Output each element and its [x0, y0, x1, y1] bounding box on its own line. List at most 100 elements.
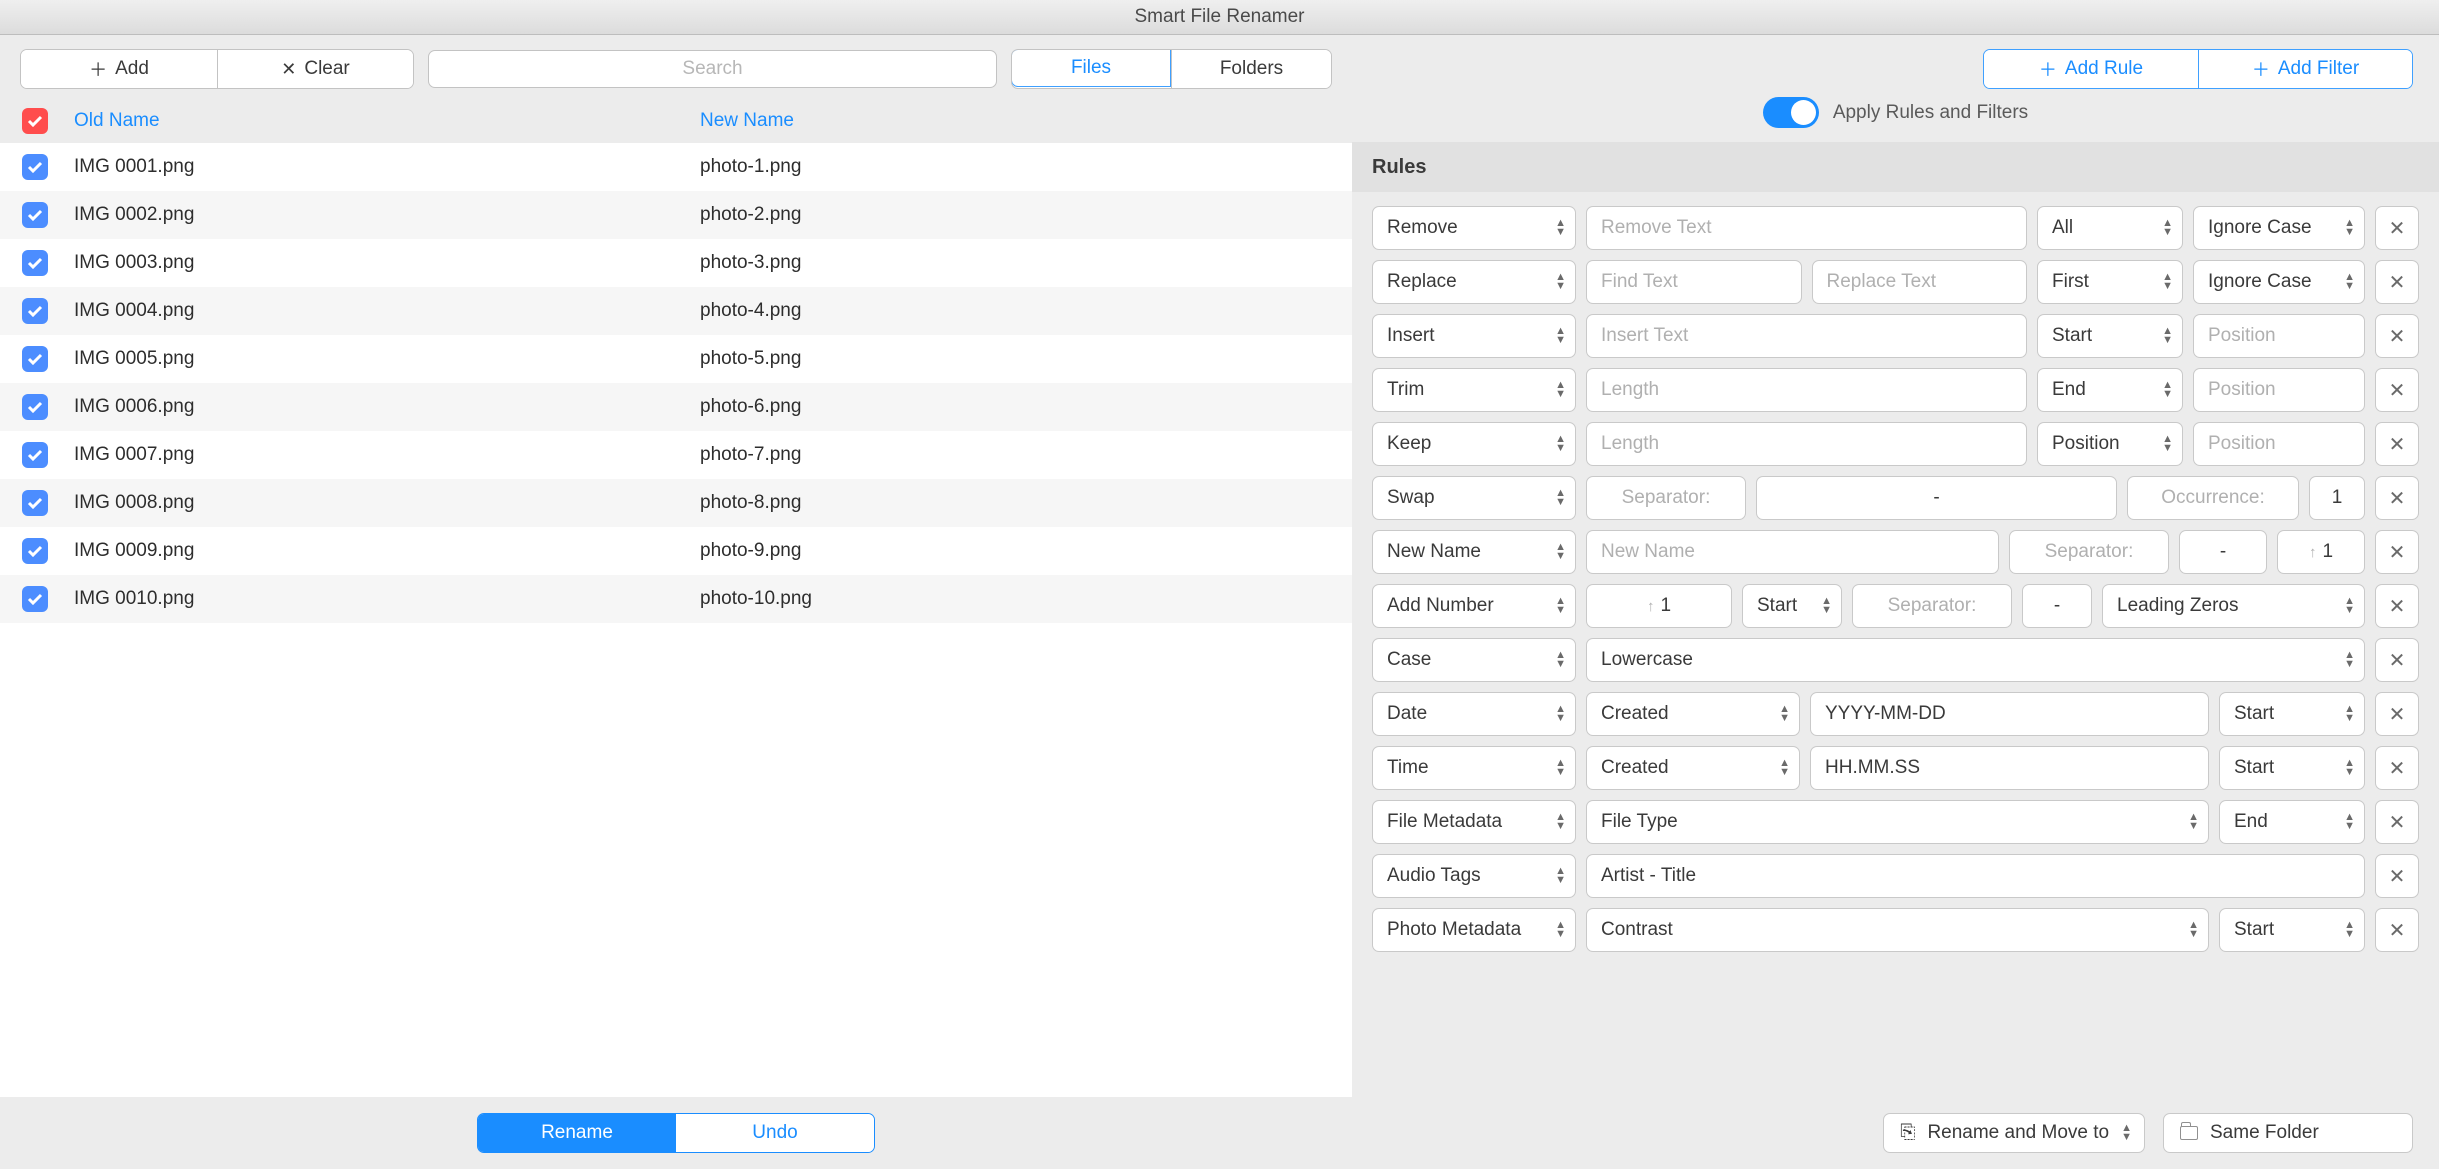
- apply-toggle[interactable]: [1763, 97, 1819, 128]
- search-input[interactable]: [429, 51, 996, 87]
- row-checkbox[interactable]: [22, 202, 48, 228]
- position-select[interactable]: Start▲▼: [1742, 584, 1842, 628]
- add-button[interactable]: ＋ Add: [21, 50, 217, 88]
- table-row[interactable]: IMG 0002.pngphoto-2.png: [0, 191, 1352, 239]
- rule-delete-button[interactable]: ✕: [2375, 260, 2419, 304]
- rule-delete-button[interactable]: ✕: [2375, 908, 2419, 952]
- rule-delete-button[interactable]: ✕: [2375, 638, 2419, 682]
- rule-op-select[interactable]: Keep▲▼: [1372, 422, 1576, 466]
- audio-format-input[interactable]: [1586, 854, 2365, 898]
- date-format-input[interactable]: [1810, 692, 2209, 736]
- rule-op-select[interactable]: Replace▲▼: [1372, 260, 1576, 304]
- time-source-select[interactable]: Created▲▼: [1586, 746, 1800, 790]
- table-row[interactable]: IMG 0007.pngphoto-7.png: [0, 431, 1352, 479]
- rule-scope-select[interactable]: First▲▼: [2037, 260, 2183, 304]
- rule-op-select[interactable]: Swap▲▼: [1372, 476, 1576, 520]
- filemeta-select[interactable]: File Type▲▼: [1586, 800, 2209, 844]
- row-checkbox[interactable]: [22, 154, 48, 180]
- destination-folder-button[interactable]: Same Folder: [2163, 1113, 2413, 1153]
- row-checkbox[interactable]: [22, 394, 48, 420]
- photometa-select[interactable]: Contrast▲▼: [1586, 908, 2209, 952]
- rule-length-input[interactable]: [1586, 422, 2027, 466]
- rule-case-select[interactable]: Ignore Case▲▼: [2193, 260, 2365, 304]
- occurrence-input[interactable]: [2309, 476, 2365, 520]
- rule-op-select[interactable]: Add Number▲▼: [1372, 584, 1576, 628]
- rule-delete-button[interactable]: ✕: [2375, 800, 2419, 844]
- rule-text-input[interactable]: [1586, 314, 2027, 358]
- date-source-select[interactable]: Created▲▼: [1586, 692, 1800, 736]
- rule-delete-button[interactable]: ✕: [2375, 206, 2419, 250]
- rule-op-select[interactable]: Trim▲▼: [1372, 368, 1576, 412]
- newname-input[interactable]: [1586, 530, 1999, 574]
- row-checkbox[interactable]: [22, 490, 48, 516]
- rename-move-select[interactable]: ⎘ Rename and Move to ▲▼: [1883, 1113, 2145, 1153]
- time-format-input[interactable]: [1810, 746, 2209, 790]
- position-select[interactable]: Start▲▼: [2219, 908, 2365, 952]
- rule-op-select[interactable]: Case▲▼: [1372, 638, 1576, 682]
- rule-op-select[interactable]: Date▲▼: [1372, 692, 1576, 736]
- table-row[interactable]: IMG 0008.pngphoto-8.png: [0, 479, 1352, 527]
- rule-delete-button[interactable]: ✕: [2375, 584, 2419, 628]
- separator-input[interactable]: [1756, 476, 2117, 520]
- rule-delete-button[interactable]: ✕: [2375, 476, 2419, 520]
- separator-input[interactable]: [2022, 584, 2092, 628]
- rule-position-input[interactable]: [2193, 422, 2365, 466]
- rule-position-select[interactable]: End▲▼: [2037, 368, 2183, 412]
- search-field[interactable]: [428, 50, 997, 88]
- rule-delete-button[interactable]: ✕: [2375, 746, 2419, 790]
- rule-find-input[interactable]: [1586, 260, 1802, 304]
- separator-input[interactable]: [2179, 530, 2267, 574]
- rename-button[interactable]: Rename: [478, 1114, 676, 1152]
- table-row[interactable]: IMG 0004.pngphoto-4.png: [0, 287, 1352, 335]
- row-checkbox[interactable]: [22, 250, 48, 276]
- rule-position-input[interactable]: [2193, 368, 2365, 412]
- row-checkbox[interactable]: [22, 586, 48, 612]
- rule-delete-button[interactable]: ✕: [2375, 422, 2419, 466]
- table-row[interactable]: IMG 0003.pngphoto-3.png: [0, 239, 1352, 287]
- table-row[interactable]: IMG 0001.pngphoto-1.png: [0, 143, 1352, 191]
- select-all-checkbox[interactable]: [22, 108, 48, 134]
- rule-position-select[interactable]: Position▲▼: [2037, 422, 2183, 466]
- rule-op-select[interactable]: Time▲▼: [1372, 746, 1576, 790]
- tab-folders[interactable]: Folders: [1171, 50, 1331, 88]
- row-checkbox[interactable]: [22, 346, 48, 372]
- rule-delete-button[interactable]: ✕: [2375, 530, 2419, 574]
- table-row[interactable]: IMG 0005.pngphoto-5.png: [0, 335, 1352, 383]
- rule-op-select[interactable]: Audio Tags▲▼: [1372, 854, 1576, 898]
- undo-button[interactable]: Undo: [676, 1114, 874, 1152]
- header-new-name[interactable]: New Name: [700, 110, 1352, 132]
- rule-scope-select[interactable]: All▲▼: [2037, 206, 2183, 250]
- tab-files[interactable]: Files: [1011, 49, 1171, 87]
- table-row[interactable]: IMG 0009.pngphoto-9.png: [0, 527, 1352, 575]
- position-select[interactable]: Start▲▼: [2219, 746, 2365, 790]
- rule-delete-button[interactable]: ✕: [2375, 854, 2419, 898]
- index-stepper[interactable]: ↑1: [1586, 584, 1732, 628]
- rule-position-input[interactable]: [2193, 314, 2365, 358]
- rule-op-select[interactable]: File Metadata▲▼: [1372, 800, 1576, 844]
- case-select[interactable]: Lowercase▲▼: [1586, 638, 2365, 682]
- index-stepper[interactable]: ↑1: [2277, 530, 2365, 574]
- rule-delete-button[interactable]: ✕: [2375, 368, 2419, 412]
- position-select[interactable]: Start▲▼: [2219, 692, 2365, 736]
- clear-button[interactable]: ✕ Clear: [217, 50, 413, 88]
- row-checkbox[interactable]: [22, 538, 48, 564]
- add-rule-button[interactable]: ＋ Add Rule: [1984, 50, 2198, 88]
- header-old-name[interactable]: Old Name: [74, 110, 700, 132]
- rule-length-input[interactable]: [1586, 368, 2027, 412]
- row-checkbox[interactable]: [22, 298, 48, 324]
- rule-replace-input[interactable]: [1812, 260, 2028, 304]
- rule-op-select[interactable]: Insert▲▼: [1372, 314, 1576, 358]
- leading-zeros-select[interactable]: Leading Zeros▲▼: [2102, 584, 2365, 628]
- row-checkbox[interactable]: [22, 442, 48, 468]
- rule-op-select[interactable]: Remove▲▼: [1372, 206, 1576, 250]
- position-select[interactable]: End▲▼: [2219, 800, 2365, 844]
- add-filter-button[interactable]: ＋ Add Filter: [2198, 50, 2412, 88]
- table-row[interactable]: IMG 0006.pngphoto-6.png: [0, 383, 1352, 431]
- rule-text-input[interactable]: [1586, 206, 2027, 250]
- rule-case-select[interactable]: Ignore Case▲▼: [2193, 206, 2365, 250]
- rule-position-select[interactable]: Start▲▼: [2037, 314, 2183, 358]
- rule-op-select[interactable]: New Name▲▼: [1372, 530, 1576, 574]
- rule-op-select[interactable]: Photo Metadata▲▼: [1372, 908, 1576, 952]
- table-row[interactable]: IMG 0010.pngphoto-10.png: [0, 575, 1352, 623]
- rule-delete-button[interactable]: ✕: [2375, 692, 2419, 736]
